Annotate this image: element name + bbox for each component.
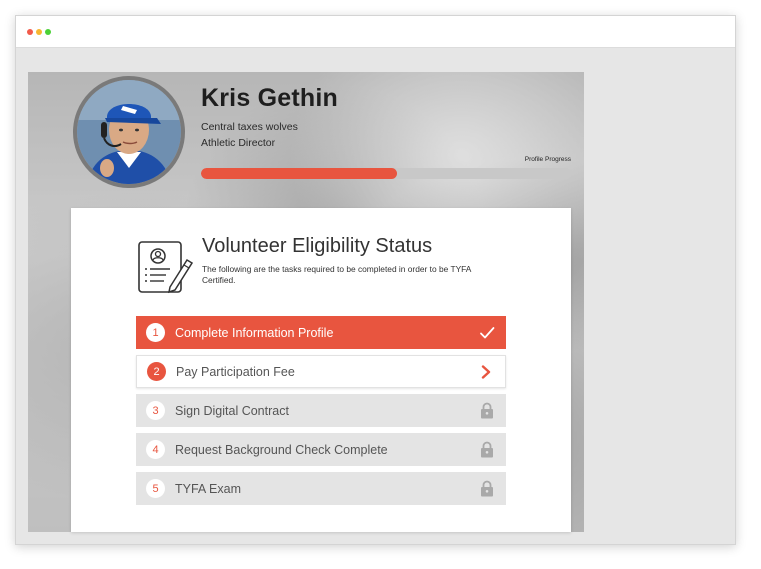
chevron-right-icon[interactable]: [467, 364, 505, 379]
lock-icon: [468, 441, 506, 458]
profile-team: Central taxes wolves: [201, 121, 298, 133]
eligibility-card: Volunteer Eligibility Status The followi…: [71, 208, 571, 532]
task-label: Sign Digital Contract: [175, 403, 289, 418]
minimize-window-dot[interactable]: [36, 29, 42, 35]
task-label: Complete Information Profile: [175, 325, 334, 340]
lock-icon: [468, 480, 506, 497]
task-label: TYFA Exam: [175, 481, 241, 496]
window-titlebar: [16, 16, 735, 48]
card-title: Volunteer Eligibility Status: [202, 235, 433, 257]
task-number: 4: [146, 440, 165, 459]
profile-role: Athletic Director: [201, 137, 276, 149]
task-row-complete-information-profile[interactable]: 1 Complete Information Profile: [136, 316, 506, 349]
check-icon: [468, 326, 506, 340]
profile-progress-fill: [201, 168, 398, 179]
profile-progress-bar: [201, 168, 571, 179]
profile-progress-label: Profile Progress: [524, 156, 571, 163]
avatar-portrait-icon: [77, 80, 181, 184]
task-label: Request Background Check Complete: [175, 442, 388, 457]
close-window-dot[interactable]: [27, 29, 33, 35]
task-row-request-background-check: 4 Request Background Check Complete: [136, 433, 506, 466]
card-description: The following are the tasks required to …: [202, 264, 471, 285]
task-number: 5: [146, 479, 165, 498]
task-row-sign-digital-contract: 3 Sign Digital Contract: [136, 394, 506, 427]
browser-window: Kris Gethin Central taxes wolves Athleti…: [15, 15, 736, 545]
profile-form-icon: [138, 241, 193, 294]
task-number: 3: [146, 401, 165, 420]
task-number: 1: [146, 323, 165, 342]
task-row-pay-participation-fee[interactable]: 2 Pay Participation Fee: [136, 355, 506, 388]
avatar: [73, 76, 185, 188]
maximize-window-dot[interactable]: [45, 29, 51, 35]
task-row-tyfa-exam: 5 TYFA Exam: [136, 472, 506, 505]
task-number: 2: [147, 362, 166, 381]
lock-icon: [468, 402, 506, 419]
profile-name: Kris Gethin: [201, 84, 338, 112]
task-label: Pay Participation Fee: [176, 364, 295, 379]
